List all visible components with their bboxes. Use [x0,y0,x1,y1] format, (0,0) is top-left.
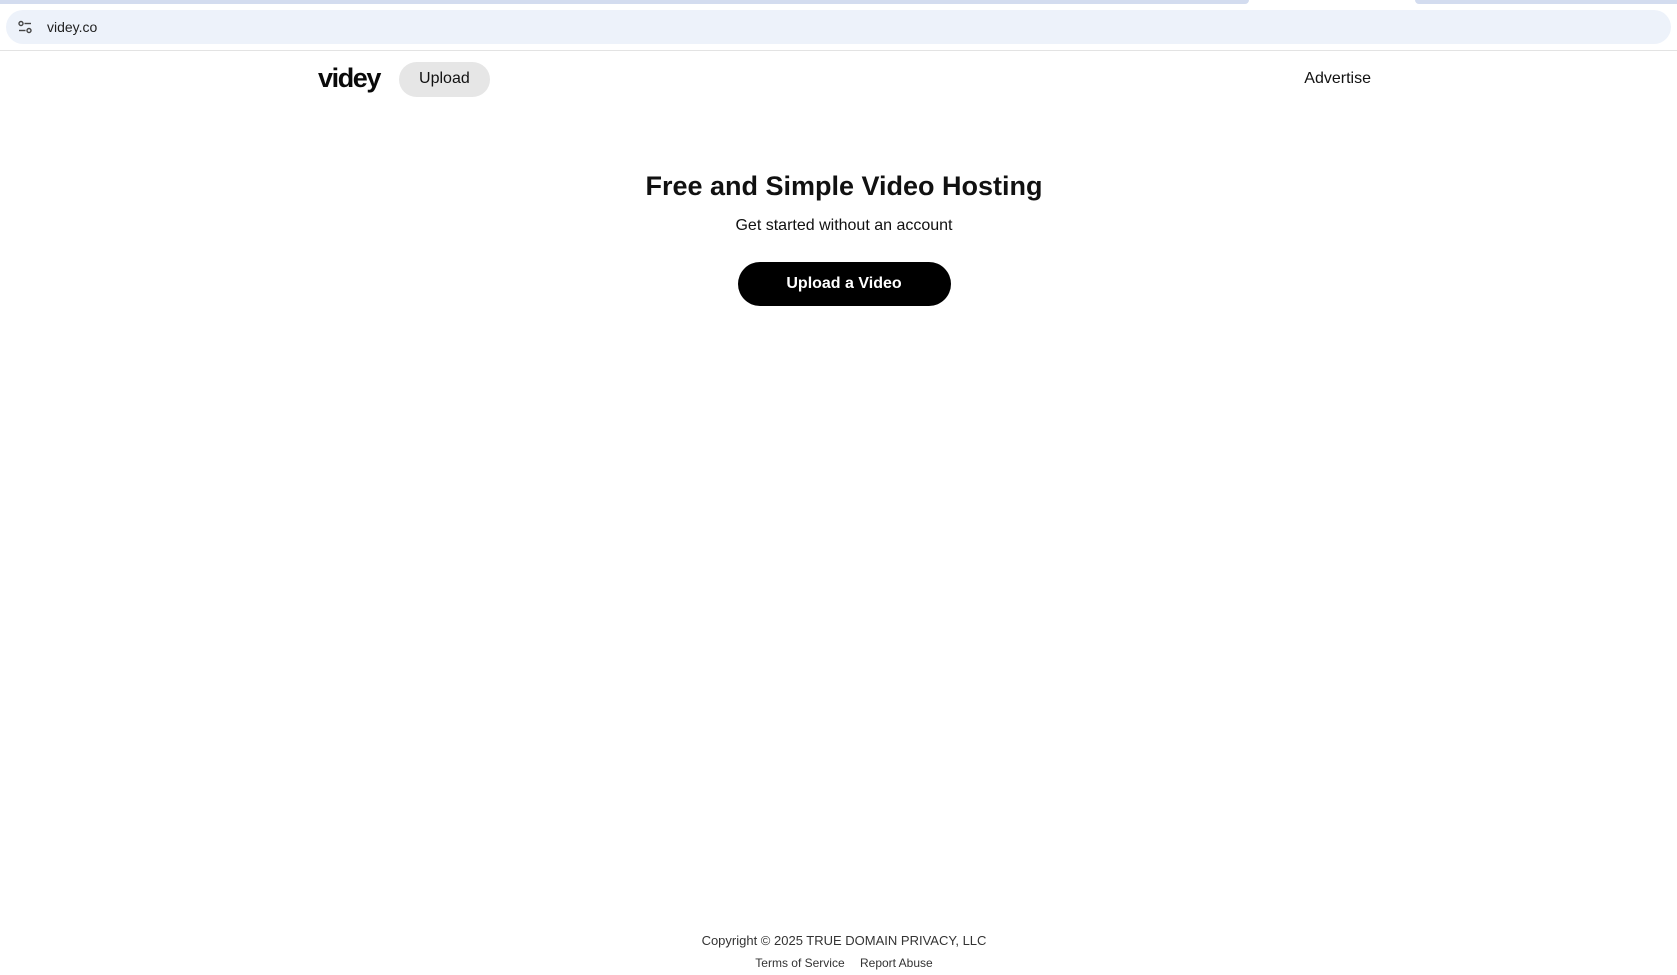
upload-video-button[interactable]: Upload a Video [737,262,951,306]
upload-button[interactable]: Upload [399,61,490,97]
site-footer: Copyright © 2025 TRUE DOMAIN PRIVACY, LL… [0,932,1677,971]
footer-links: Terms of Service Report Abuse [0,955,1677,971]
site-info-button[interactable] [10,12,40,42]
hero-section: Free and Simple Video Hosting Get starte… [0,168,1677,306]
report-abuse-link[interactable]: Report Abuse [860,956,933,970]
tune-icon [18,20,32,34]
inactive-tab-area-right[interactable] [1415,0,1677,4]
browser-tab-strip [0,0,1677,5]
page-title: Free and Simple Video Hosting [645,171,1043,201]
address-bar[interactable]: videy.co [6,10,1671,44]
url-text[interactable]: videy.co [47,19,97,35]
advertise-link[interactable]: Advertise [1304,70,1371,88]
site-header: videy Upload Advertise [318,60,1371,98]
hero-subtitle: Get started without an account [735,217,953,234]
browser-divider [0,50,1677,51]
copyright-text: Copyright © 2025 TRUE DOMAIN PRIVACY, LL… [701,933,987,948]
terms-of-service-link[interactable]: Terms of Service [755,956,844,970]
inactive-tab-area-left[interactable] [0,0,1249,4]
videy-logo[interactable]: videy [318,64,381,92]
